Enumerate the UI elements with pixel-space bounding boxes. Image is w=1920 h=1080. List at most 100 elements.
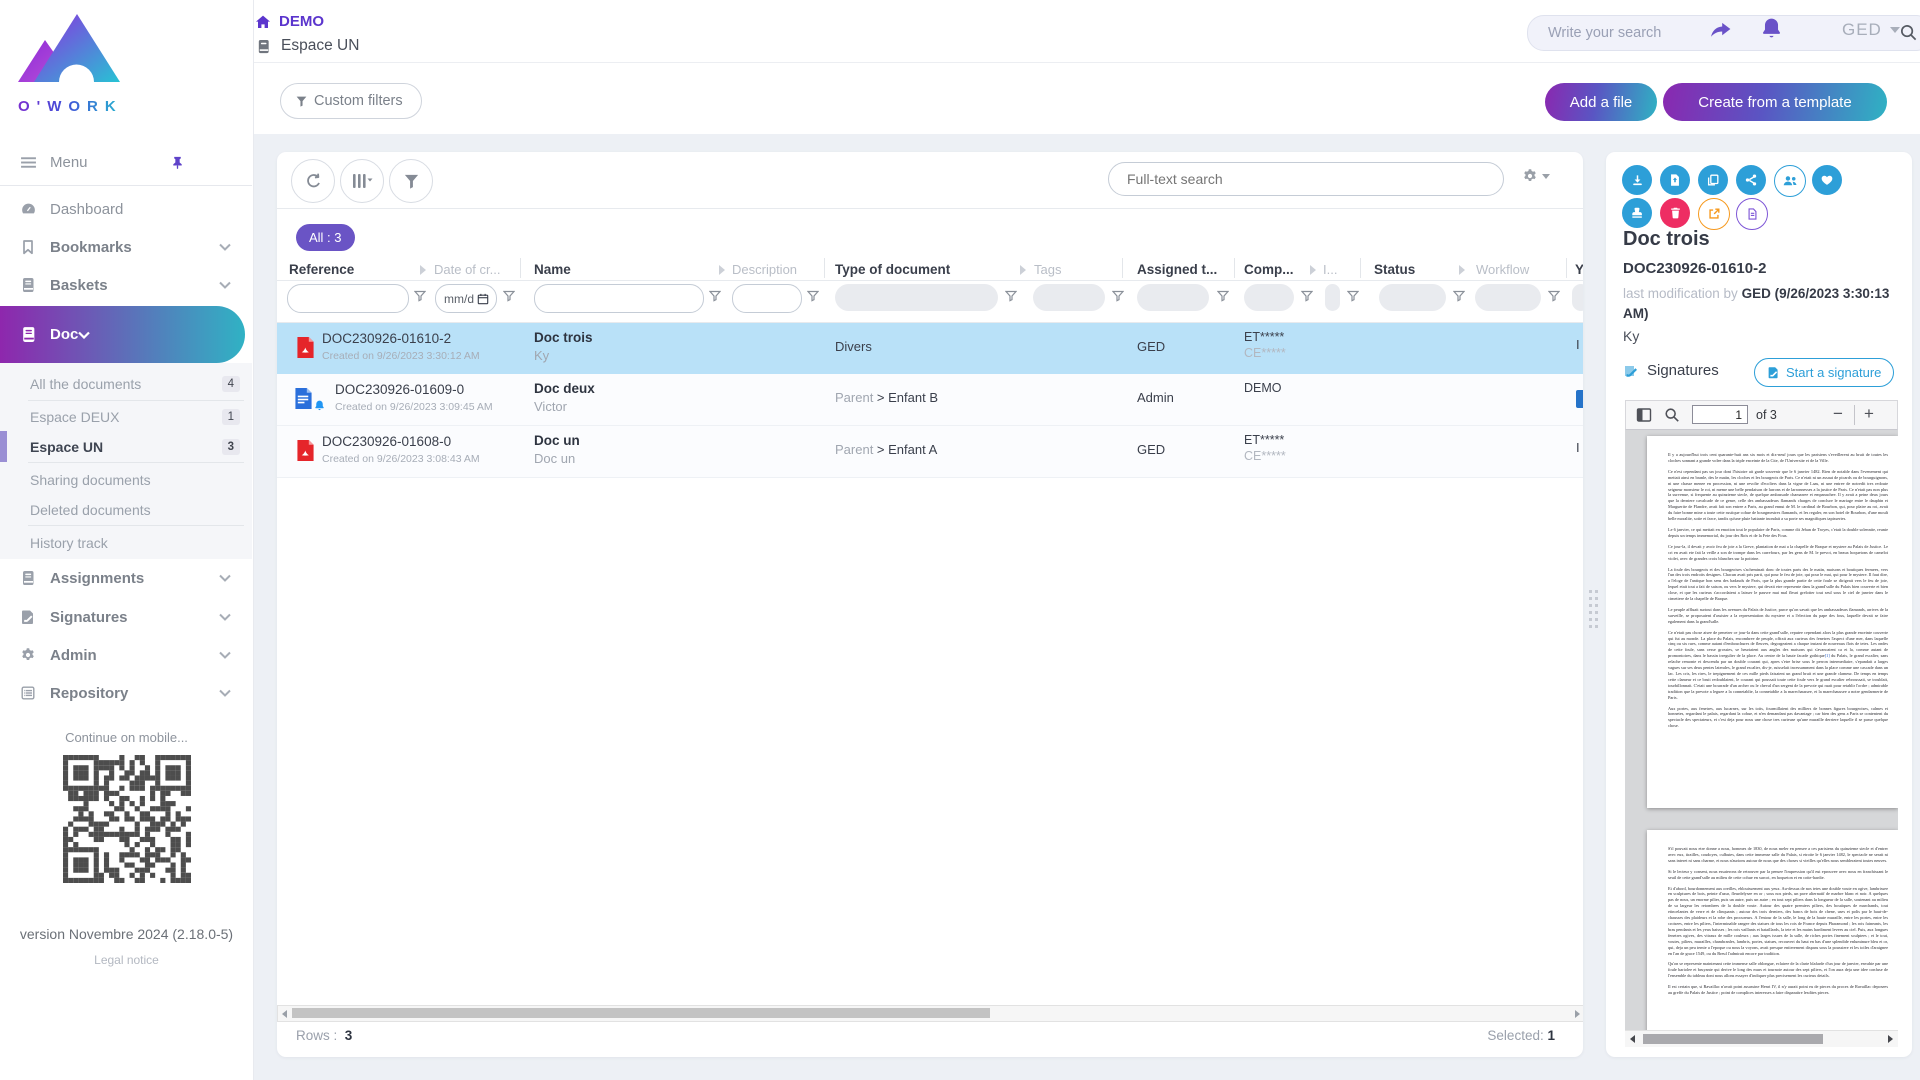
- column-header[interactable]: I...: [1323, 262, 1337, 277]
- description-filter-input[interactable]: [732, 284, 802, 313]
- column-header[interactable]: Reference: [289, 262, 354, 277]
- sidebar-item-bookmarks[interactable]: Bookmarks: [0, 228, 253, 266]
- stamp-button[interactable]: [1622, 198, 1652, 228]
- pdf-horizontal-scrollbar[interactable]: [1625, 1030, 1898, 1047]
- add-file-button[interactable]: Add a file: [1545, 83, 1657, 121]
- filter-funnel-icon[interactable]: [503, 290, 515, 302]
- column-header[interactable]: Comp...: [1244, 262, 1294, 277]
- filter-funnel-icon[interactable]: [1005, 290, 1017, 302]
- filter-funnel-icon[interactable]: [1453, 290, 1465, 302]
- share-icon[interactable]: [1707, 17, 1734, 44]
- app-window: O'WORK Menu Dashboard Bookmarks: [0, 0, 1920, 1080]
- table-horizontal-scrollbar[interactable]: [277, 1005, 1583, 1022]
- table-settings-gear[interactable]: [1522, 168, 1550, 184]
- user-menu[interactable]: GED: [1842, 20, 1900, 40]
- column-header[interactable]: Y: [1575, 262, 1583, 277]
- column-header[interactable]: Name: [534, 262, 571, 277]
- favorite-button[interactable]: [1812, 165, 1842, 195]
- column-header[interactable]: Workflow: [1476, 262, 1529, 277]
- sidebar-menu-toggle[interactable]: Menu: [0, 143, 253, 181]
- search-icon[interactable]: [1899, 23, 1918, 42]
- sidebar-item-baskets[interactable]: Baskets: [0, 266, 253, 304]
- sidebar-item-history-track[interactable]: History track: [0, 527, 252, 558]
- share-button[interactable]: [1736, 165, 1766, 195]
- pdf-viewer[interactable]: Il y a aujourd'hui trois cent quarante-h…: [1625, 430, 1898, 1047]
- calendar-icon[interactable]: [477, 293, 489, 305]
- table-row[interactable]: DOC230926-01608-0 Created on 9/26/2023 3…: [277, 426, 1583, 478]
- reference-filter-input[interactable]: [287, 284, 409, 313]
- legal-notice-link[interactable]: Legal notice: [0, 953, 253, 967]
- sidebar-item-repository[interactable]: Repository: [0, 674, 253, 712]
- users-button[interactable]: [1774, 165, 1806, 197]
- pin-icon[interactable]: [170, 155, 185, 170]
- chevron-down-icon: [78, 331, 90, 339]
- sort-arrow-icon[interactable]: [1020, 265, 1026, 275]
- pdf-search-icon[interactable]: [1664, 407, 1680, 423]
- scrollbar-thumb[interactable]: [292, 1008, 990, 1018]
- table-row[interactable]: DOC230926-01609-0 Created on 9/26/2023 3…: [277, 374, 1583, 426]
- filter-funnel-icon[interactable]: [709, 290, 721, 302]
- refresh-button[interactable]: [291, 159, 335, 203]
- sort-arrow-icon[interactable]: [1310, 265, 1316, 275]
- scroll-left-arrow-icon[interactable]: [1630, 1035, 1635, 1043]
- sort-arrow-icon[interactable]: [420, 265, 426, 275]
- table-filter-button[interactable]: [389, 159, 433, 203]
- columns-button[interactable]: [340, 159, 384, 203]
- sidebar-toggle-icon[interactable]: [1636, 407, 1652, 423]
- filter-funnel-icon[interactable]: [1347, 290, 1359, 302]
- breadcrumb-home[interactable]: DEMO: [255, 13, 324, 30]
- doc-reference: DOC230926-01609-0: [335, 382, 464, 397]
- pdf-page-input[interactable]: [1692, 405, 1748, 424]
- sidebar-item-sharing-documents[interactable]: Sharing documents: [0, 464, 252, 495]
- start-signature-button[interactable]: Start a signature: [1754, 358, 1894, 387]
- sidebar-item-deleted-documents[interactable]: Deleted documents: [0, 494, 252, 525]
- table-row-selected[interactable]: DOC230926-01610-2 Created on 9/26/2023 3…: [277, 323, 1583, 374]
- column-header[interactable]: Status: [1374, 262, 1415, 277]
- sidebar-item-doc-active[interactable]: Doc: [0, 306, 245, 363]
- new-version-button[interactable]: [1660, 165, 1690, 195]
- download-button[interactable]: [1622, 165, 1652, 195]
- zoom-out-icon[interactable]: −: [1833, 404, 1843, 424]
- filter-funnel-icon[interactable]: [414, 290, 426, 302]
- custom-filters-button[interactable]: Custom filters: [280, 83, 422, 119]
- column-header[interactable]: Type of document: [835, 262, 950, 277]
- filter-funnel-icon[interactable]: [1112, 290, 1124, 302]
- name-filter-input[interactable]: [534, 284, 704, 313]
- rows-count: Rows : 3: [296, 1028, 352, 1043]
- count-badge: 1: [222, 409, 240, 425]
- column-header[interactable]: Date of cr...: [434, 262, 500, 277]
- fulltext-search-input[interactable]: [1125, 164, 1489, 194]
- column-header[interactable]: Tags: [1034, 262, 1061, 277]
- zoom-in-icon[interactable]: +: [1864, 404, 1874, 424]
- document-button[interactable]: [1736, 198, 1768, 230]
- sidebar-item-admin[interactable]: Admin: [0, 636, 253, 674]
- scrollbar-thumb[interactable]: [1643, 1034, 1823, 1044]
- filter-chip-all[interactable]: All : 3: [296, 224, 355, 251]
- filter-funnel-icon[interactable]: [1548, 290, 1560, 302]
- column-separator: [1122, 258, 1123, 278]
- date-filter-input[interactable]: mm/d: [435, 284, 497, 313]
- sidebar-item-espace-un-active[interactable]: Espace UN 3: [0, 431, 252, 462]
- open-external-button[interactable]: [1698, 198, 1730, 230]
- scroll-right-arrow-icon[interactable]: [1575, 1010, 1580, 1018]
- copy-button[interactable]: [1698, 165, 1728, 195]
- scroll-left-arrow-icon[interactable]: [282, 1010, 287, 1018]
- notifications-bell-icon[interactable]: [1758, 15, 1785, 42]
- app-logo[interactable]: O'WORK: [18, 12, 123, 115]
- sidebar-item-assignments[interactable]: Assignments: [0, 559, 253, 597]
- column-header[interactable]: Description: [732, 262, 797, 277]
- sort-arrow-icon[interactable]: [1459, 265, 1465, 275]
- create-from-template-button[interactable]: Create from a template: [1663, 83, 1887, 121]
- filter-funnel-icon[interactable]: [807, 290, 819, 302]
- breadcrumb-space[interactable]: Espace UN: [256, 37, 359, 55]
- column-header[interactable]: Assigned t...: [1137, 262, 1217, 277]
- filter-funnel-icon[interactable]: [1301, 290, 1313, 302]
- filter-funnel-icon[interactable]: [1217, 290, 1229, 302]
- sort-arrow-icon[interactable]: [719, 265, 725, 275]
- sidebar-item-all-documents[interactable]: All the documents 4: [0, 368, 252, 399]
- sidebar-item-signatures[interactable]: Signatures: [0, 598, 253, 636]
- sidebar-item-dashboard[interactable]: Dashboard: [0, 190, 253, 228]
- scroll-right-arrow-icon[interactable]: [1888, 1035, 1893, 1043]
- sidebar-item-espace-deux[interactable]: Espace DEUX 1: [0, 401, 252, 432]
- delete-button[interactable]: [1660, 198, 1690, 228]
